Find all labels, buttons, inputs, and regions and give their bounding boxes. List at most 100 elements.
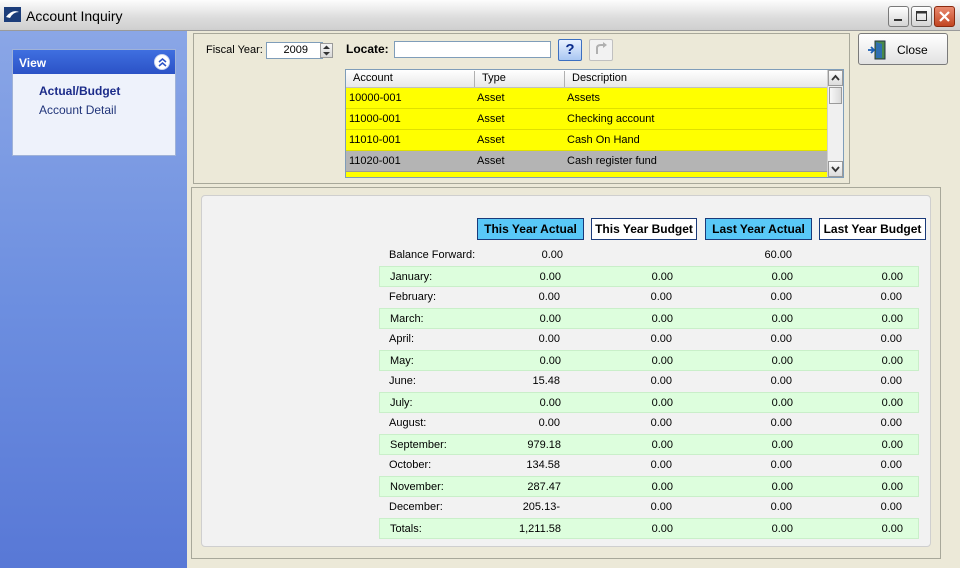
collapse-icon[interactable] [154,54,170,70]
chevron-up-icon [831,74,840,81]
month-label: February: [389,291,437,303]
this-year-actual-button[interactable]: This Year Actual [477,218,584,240]
month-row: May: 0.00 0.00 0.00 0.00 [379,350,919,371]
this-year-budget-value: 0.00 [650,375,672,387]
month-label: October: [389,459,432,471]
minimize-button[interactable] [888,6,909,27]
month-row: March: 0.00 0.00 0.00 0.00 [379,308,919,329]
maximize-button[interactable] [911,6,932,27]
table-row-partial[interactable] [346,172,843,177]
fiscal-year-label: Fiscal Year: [206,44,263,56]
view-item-actual-budget[interactable]: Actual/Budget [39,80,175,99]
last-year-budget-value: 0.00 [880,291,902,303]
this-year-budget-value: 0.00 [650,333,672,345]
chevron-down-icon [831,166,840,173]
this-year-budget-value: 0.00 [651,313,673,325]
last-year-budget-value: 0.00 [881,523,903,535]
this-year-budget-button[interactable]: This Year Budget [591,218,697,240]
title-bar: Account Inquiry [0,0,960,31]
view-box: View Actual/Budget Account Detail [12,49,176,156]
locate-input[interactable] [394,41,551,58]
this-year-actual-value: 0.00 [539,313,561,325]
this-year-budget-value: 0.00 [651,439,673,451]
last-year-budget-value: 0.00 [880,459,902,471]
last-year-budget-button[interactable]: Last Year Budget [819,218,926,240]
this-year-budget-value: 0.00 [651,523,673,535]
month-label: June: [389,375,416,387]
minimize-icon [894,19,902,21]
last-year-actual-value: 0.00 [771,481,793,493]
close-button[interactable]: Close [858,33,948,65]
description-cell: Cash register fund [567,155,657,167]
spinner-arrows-icon [323,45,330,56]
month-label: December: [389,501,443,513]
this-year-budget-value: 0.00 [651,355,673,367]
door-exit-icon [868,40,886,60]
table-row[interactable]: 11000-001 Asset Checking account [346,109,843,130]
last-year-budget-value: 0.00 [881,481,903,493]
totals-label: Totals: [390,523,422,535]
table-row[interactable]: 10000-001 Asset Assets [346,88,843,109]
scroll-up-button[interactable] [828,70,843,86]
this-year-budget-value: 0.00 [650,417,672,429]
this-year-budget-value: 0.00 [651,481,673,493]
balance-forward-label: Balance Forward: [389,249,476,261]
this-year-actual-value: 15.48 [532,375,560,387]
help-icon: ? [565,41,575,58]
this-year-actual-value: 0.00 [539,397,561,409]
type-cell: Asset [477,92,505,104]
this-year-actual-value: 0.00 [538,333,560,345]
last-year-actual-value: 0.00 [771,313,793,325]
this-year-actual-value: 1,211.58 [518,523,561,535]
month-row: January: 0.00 0.00 0.00 0.00 [379,266,919,287]
maximize-icon [916,11,927,21]
description-cell: Assets [567,92,601,104]
table-row[interactable]: 11010-001 Asset Cash On Hand [346,130,843,151]
table-row-selected[interactable]: 11020-001 Asset Cash register fund [346,151,843,172]
month-label: November: [390,481,444,493]
locate-label: Locate: [346,42,389,56]
this-year-budget-value: 0.00 [650,501,672,513]
accounts-table-scrollbar[interactable] [827,70,843,177]
last-year-budget-value: 0.00 [880,333,902,345]
scroll-thumb[interactable] [829,87,842,104]
month-row: June: 15.48 0.00 0.00 0.00 [379,371,919,392]
last-year-budget-value: 0.00 [880,501,902,513]
this-year-actual-value: 134.58 [526,459,560,471]
accounts-table-header: Account Type Description [346,70,843,88]
left-panel: View Actual/Budget Account Detail [0,31,187,568]
month-label: September: [390,439,447,451]
view-header-label: View [19,56,47,70]
this-year-actual-value: 0.00 [538,291,560,303]
month-label: March: [390,313,424,325]
month-row: October: 134.58 0.00 0.00 0.00 [379,455,919,476]
close-icon [939,11,950,22]
last-year-actual-value: 0.00 [771,271,793,283]
last-year-actual-value: 0.00 [771,439,793,451]
totals-row: Totals: 1,211.58 0.00 0.00 0.00 [379,518,919,539]
view-item-account-detail[interactable]: Account Detail [39,99,175,118]
help-button[interactable]: ? [558,39,582,61]
this-year-actual-value: 979.18 [527,439,561,451]
last-year-budget-value: 0.00 [880,375,902,387]
last-year-budget-value: 0.00 [881,271,903,283]
month-row: July: 0.00 0.00 0.00 0.00 [379,392,919,413]
month-row: April: 0.00 0.00 0.00 0.00 [379,329,919,350]
column-header-description[interactable]: Description [572,72,627,84]
column-header-account[interactable]: Account [353,72,393,84]
window-close-button[interactable] [934,6,955,27]
scroll-down-button[interactable] [828,161,843,177]
summary-container: This Year Actual This Year Budget Last Y… [201,195,931,547]
account-cell: 11010-001 [349,134,401,146]
view-header[interactable]: View [13,50,175,74]
balance-forward-last-year-actual: 60.00 [764,249,792,261]
last-year-actual-button[interactable]: Last Year Actual [705,218,812,240]
type-cell: Asset [477,113,505,125]
fiscal-year-spinner[interactable] [320,43,333,58]
refresh-button[interactable] [589,39,613,61]
fiscal-year-input[interactable]: 2009 [266,42,323,59]
column-header-type[interactable]: Type [482,72,506,84]
window-title: Account Inquiry [26,8,123,24]
description-cell: Checking account [567,113,655,125]
refresh-icon [596,42,607,54]
